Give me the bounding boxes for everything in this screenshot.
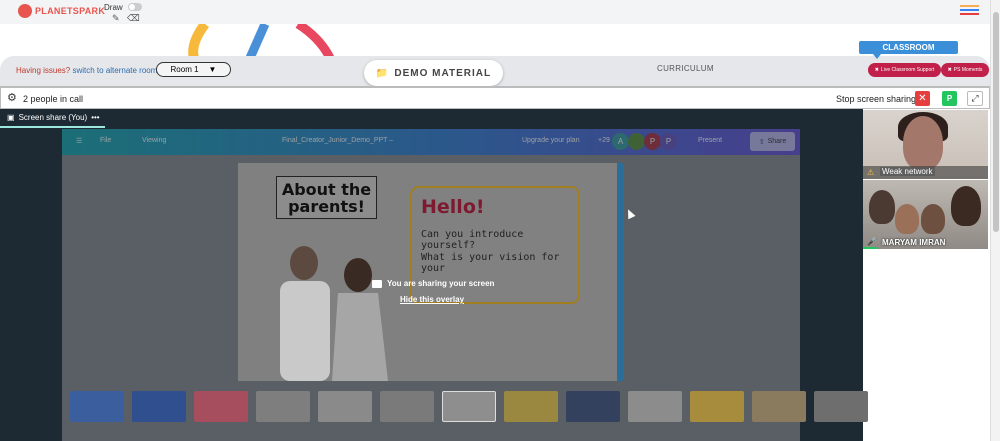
canva-share-button: ⇧ Share — [750, 132, 795, 151]
collab-avatar-p2: P — [660, 133, 677, 150]
upload-icon: ⇧ — [758, 138, 765, 146]
canva-share-label: Share — [767, 138, 787, 145]
collab-count: +29 — [598, 137, 610, 144]
room-select-value: Room 1 — [170, 65, 199, 74]
decorative-arcs — [188, 24, 335, 58]
demo-material-label: DEMO MATERIAL — [394, 67, 492, 79]
viewing-menu: Viewing — [142, 137, 167, 144]
thumbnail-10[interactable] — [628, 391, 682, 422]
slide-scrollbar[interactable] — [617, 163, 624, 381]
screen-icon: ▣ — [7, 113, 15, 122]
hamburger-menu-icon[interactable] — [960, 5, 979, 15]
draw-toggle[interactable] — [128, 3, 142, 11]
thumbnail-1[interactable] — [70, 391, 124, 422]
upgrade-link: Upgrade your plan — [522, 137, 580, 144]
eraser-icon[interactable]: ⌫ — [127, 13, 140, 24]
thumbnail-6[interactable] — [380, 391, 434, 422]
thumbnail-8[interactable] — [504, 391, 558, 422]
call-bar: ⚙ 2 people in call Stop screen sharing ✕… — [0, 86, 990, 109]
about-title: About the parents! — [276, 176, 377, 219]
hide-overlay-link[interactable]: Hide this overlay — [400, 295, 464, 304]
close-icon: ✕ — [918, 93, 927, 104]
thumbnail-4[interactable] — [256, 391, 310, 422]
participant-name: MARYAM IMRAN — [882, 238, 946, 247]
stop-sharing-button[interactable]: ✕ — [915, 91, 930, 106]
warning-icon: ⚠ — [867, 168, 875, 177]
logo-text: PLANETSPARK — [35, 6, 106, 16]
thumbnail-13[interactable] — [814, 391, 868, 422]
question-two: What is your vision for your — [421, 252, 560, 274]
slide-thumbnails — [70, 391, 868, 422]
planetspark-logo[interactable]: PLANETSPARK — [18, 4, 105, 18]
top-bar: PLANETSPARK Draw ✎ ⌫ — [0, 0, 990, 24]
parents-illustration — [280, 246, 388, 381]
file-menu: File — [100, 137, 112, 144]
collab-avatar-a: A — [612, 133, 629, 150]
present-button: Present — [698, 137, 723, 144]
page-scrollbar[interactable] — [990, 0, 1000, 441]
fullscreen-icon[interactable]: ⤢ — [967, 91, 983, 106]
people-count: 2 people in call — [23, 94, 84, 104]
stop-sharing-label: Stop screen sharing — [836, 94, 917, 104]
room-select[interactable]: Room 1 ▼ — [156, 62, 231, 77]
curriculum-tab[interactable]: CURRICULUM — [657, 64, 714, 73]
support-icon: ✖ — [874, 67, 879, 73]
mic-level-bar — [864, 247, 878, 249]
draw-label: Draw — [104, 3, 123, 12]
thumbnail-7[interactable] — [442, 391, 496, 422]
pencil-icon[interactable]: ✎ — [112, 13, 120, 24]
weak-network-label: Weak network — [880, 167, 935, 176]
presentation-slide: About the parents! Hello! Can you introd… — [238, 163, 623, 381]
scrollbar-thumb[interactable] — [993, 12, 999, 232]
sharing-overlay: You are sharing your screen — [372, 279, 494, 288]
screen-share-area: ▣ Screen share (You) ••• ☰ File Viewing … — [0, 109, 868, 441]
thumbnail-9[interactable] — [566, 391, 620, 422]
alternate-room-link[interactable]: switch to alternate room — [72, 66, 157, 75]
microphone-icon: 🎤 — [867, 237, 877, 246]
doc-title: Final_Creator_Junior_Demo_PPT – — [282, 137, 394, 144]
live-support-button[interactable]: ✖ Live Classroom Support — [868, 63, 941, 77]
hello-title: Hello! — [421, 196, 485, 218]
thumbnail-3[interactable] — [194, 391, 248, 422]
canva-toolbar: ☰ File Viewing Final_Creator_Junior_Demo… — [62, 129, 800, 155]
thumbnail-11[interactable] — [690, 391, 744, 422]
classroom-pointer-icon — [873, 54, 881, 59]
participant-person-4 — [951, 186, 981, 226]
thumbnail-5[interactable] — [318, 391, 372, 422]
collab-avatar-p1: P — [644, 133, 661, 150]
chevron-down-icon: ▼ — [208, 65, 217, 74]
participant-person-2 — [895, 204, 919, 234]
face-shape — [903, 116, 943, 170]
screen-share-icon — [372, 279, 382, 288]
screen-share-tab[interactable]: ▣ Screen share (You) ••• — [0, 109, 105, 128]
gear-icon[interactable]: ⚙ — [7, 91, 17, 104]
demo-material-button[interactable]: 📁 DEMO MATERIAL — [364, 60, 503, 86]
moments-icon: ✖ — [947, 67, 952, 73]
ps-moments-button[interactable]: ✖ PS Moments — [941, 63, 989, 77]
more-options-icon[interactable]: ••• — [91, 113, 99, 122]
issue-text: Having issues? switch to alternate room — [16, 66, 158, 75]
participant-avatar[interactable]: P — [942, 91, 957, 106]
participant-person-3 — [921, 204, 945, 234]
screen-share-tab-label: Screen share (You) — [18, 113, 88, 122]
ps-moments-label: PS Moments — [953, 67, 983, 73]
collab-avatar-photo — [628, 133, 645, 150]
logo-mark-icon — [18, 4, 32, 18]
sharing-overlay-text: You are sharing your screen — [387, 279, 495, 288]
thumbnail-2[interactable] — [132, 391, 186, 422]
folder-icon: 📁 — [375, 67, 390, 79]
live-support-label: Live Classroom Support — [880, 67, 935, 73]
thumbnail-12[interactable] — [752, 391, 806, 422]
menu-icon: ☰ — [76, 138, 83, 145]
question-one: Can you introduce yourself? — [421, 229, 524, 251]
participant-person-1 — [869, 190, 895, 224]
classroom-tab[interactable]: CLASSROOM — [859, 41, 958, 54]
